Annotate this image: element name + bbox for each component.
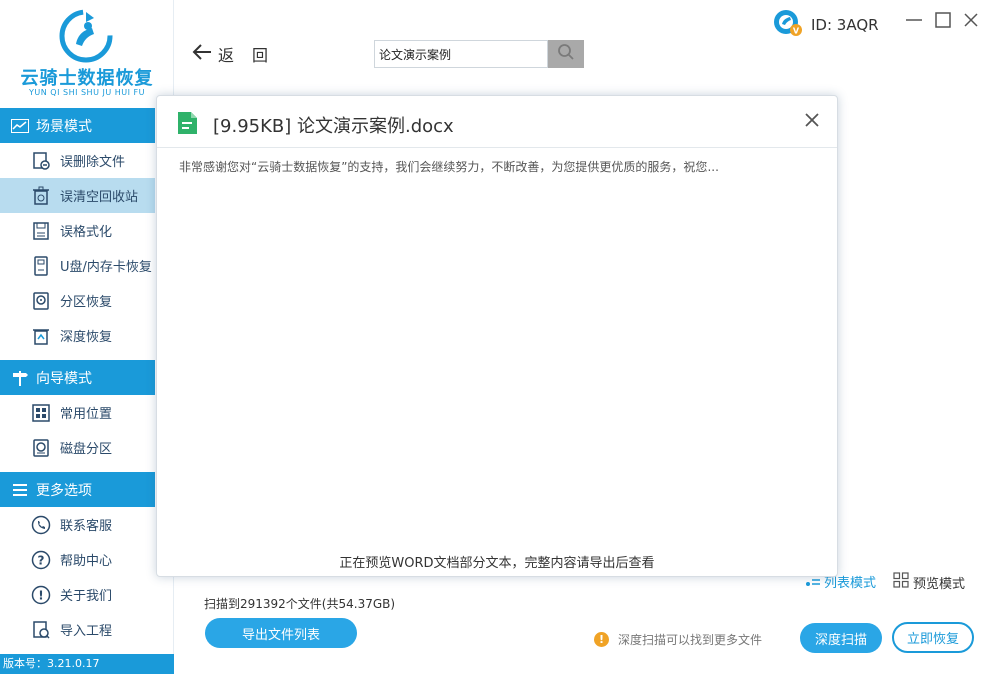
file-preview-dialog: [9.95KB] 论文演示案例.docx 非常感谢您对“云骑士数据恢复”的支持，… bbox=[156, 95, 838, 577]
nav-label: 深度恢复 bbox=[60, 330, 113, 345]
avatar-icon[interactable]: V bbox=[773, 9, 803, 41]
preview-mode-label: 预览模式 bbox=[913, 576, 966, 592]
nav-format[interactable]: 误格式化 bbox=[0, 213, 155, 248]
app-name: 云骑士数据恢复 bbox=[20, 68, 154, 89]
nav-deep-recovery[interactable]: 深度恢复 bbox=[0, 318, 155, 353]
import-icon bbox=[30, 619, 52, 641]
nav-label: 导入工程 bbox=[60, 624, 113, 639]
nav-help-center[interactable]: ? 帮助中心 bbox=[0, 542, 155, 577]
signpost-icon bbox=[10, 368, 30, 388]
trash-deep-icon bbox=[30, 325, 52, 347]
preview-footer-note: 正在预览WORD文档部分文本，完整内容请导出后查看 bbox=[339, 556, 655, 571]
close-icon bbox=[962, 11, 980, 33]
nav-label: 磁盘分区 bbox=[60, 442, 113, 457]
section-more-options: 更多选项 bbox=[0, 472, 155, 507]
user-info: V ID: 3AQR bbox=[773, 9, 879, 41]
document-icon bbox=[175, 111, 199, 135]
back-label: 返回 bbox=[218, 46, 287, 65]
app-logo: 云骑士数据恢复 YUN QI SHI SHU JU HUI FU bbox=[0, 0, 174, 108]
nav-import-project[interactable]: 导入工程 bbox=[0, 612, 155, 647]
nav-about-us[interactable]: ! 关于我们 bbox=[0, 577, 155, 612]
deep-scan-button[interactable]: 深度扫描 bbox=[800, 623, 882, 653]
nav-label: 误清空回收站 bbox=[60, 190, 139, 205]
preview-mode-toggle[interactable]: 预览模式 bbox=[893, 572, 965, 592]
nav-recycle-bin[interactable]: 误清空回收站 bbox=[0, 178, 155, 213]
usb-card-icon bbox=[30, 255, 52, 277]
back-button[interactable]: 返回 bbox=[192, 42, 286, 66]
nav-deleted-files[interactable]: 误删除文件 bbox=[0, 143, 155, 178]
section-title: 向导模式 bbox=[36, 370, 92, 387]
phone-icon bbox=[30, 514, 52, 536]
user-id: ID: 3AQR bbox=[811, 16, 879, 34]
nav-disk-partition[interactable]: 磁盘分区 bbox=[0, 430, 155, 465]
chart-icon bbox=[10, 116, 30, 136]
nav-label: 关于我们 bbox=[60, 589, 113, 604]
nav-label: 常用位置 bbox=[60, 407, 113, 422]
warning-icon: ! bbox=[594, 632, 609, 647]
logo-icon bbox=[59, 9, 113, 63]
dialog-close-button[interactable] bbox=[802, 110, 822, 130]
close-icon bbox=[805, 113, 819, 127]
floppy-icon bbox=[30, 220, 52, 242]
close-window-button[interactable] bbox=[961, 12, 981, 32]
deleted-file-icon bbox=[30, 150, 52, 172]
document-preview-text: 非常感谢您对“云骑士数据恢复”的支持，我们会继续努力，不断改善，为您提供更优质的… bbox=[179, 160, 719, 174]
section-title: 更多选项 bbox=[36, 482, 92, 499]
disk-icon bbox=[30, 437, 52, 459]
dialog-header: [9.95KB] 论文演示案例.docx bbox=[157, 96, 837, 148]
windows-icon bbox=[30, 402, 52, 424]
section-scene-mode: 场景模式 bbox=[0, 108, 155, 143]
nav-label: 误删除文件 bbox=[60, 155, 126, 170]
nav-partition[interactable]: 分区恢复 bbox=[0, 283, 155, 318]
svg-text:!: ! bbox=[38, 588, 43, 602]
arrow-left-icon bbox=[192, 43, 212, 65]
nav-label: 误格式化 bbox=[60, 225, 113, 240]
section-title: 场景模式 bbox=[36, 118, 92, 135]
nav-label: 帮助中心 bbox=[60, 554, 113, 569]
help-icon: ? bbox=[30, 549, 52, 571]
dialog-title: [9.95KB] 论文演示案例.docx bbox=[213, 116, 454, 137]
nav-usb-card[interactable]: U盘/内存卡恢复 bbox=[0, 248, 155, 283]
version-label: 版本号：3.21.0.17 bbox=[0, 654, 174, 674]
info-icon: ! bbox=[30, 584, 52, 606]
nav-common-locations[interactable]: 常用位置 bbox=[0, 395, 155, 430]
hint-text: 深度扫描可以找到更多文件 bbox=[618, 633, 763, 647]
partition-icon bbox=[30, 290, 52, 312]
nav-label: U盘/内存卡恢复 bbox=[60, 260, 152, 275]
maximize-button[interactable] bbox=[933, 12, 953, 32]
svg-text:?: ? bbox=[38, 553, 45, 567]
deep-scan-hint: ! 深度扫描可以找到更多文件 bbox=[594, 631, 762, 648]
app-pinyin: YUN QI SHI SHU JU HUI FU bbox=[29, 88, 145, 97]
menu-icon bbox=[10, 480, 30, 500]
maximize-icon bbox=[934, 11, 952, 33]
section-guide-mode: 向导模式 bbox=[0, 360, 155, 395]
search-icon bbox=[557, 43, 575, 65]
restore-now-button[interactable]: 立即恢复 bbox=[892, 622, 974, 653]
minimize-button[interactable] bbox=[904, 12, 924, 32]
search-button[interactable] bbox=[548, 40, 584, 68]
recycle-bin-icon bbox=[30, 185, 52, 207]
sidebar: 云骑士数据恢复 YUN QI SHI SHU JU HUI FU 场景模式 误删… bbox=[0, 0, 174, 674]
grid-view-icon bbox=[893, 572, 909, 592]
nav-contact-support[interactable]: 联系客服 bbox=[0, 507, 155, 542]
scan-summary: 扫描到291392个文件(共54.37GB) bbox=[204, 597, 396, 611]
svg-text:V: V bbox=[793, 27, 800, 36]
nav-label: 分区恢复 bbox=[60, 295, 113, 310]
search-input[interactable] bbox=[374, 40, 548, 68]
export-file-list-button[interactable]: 导出文件列表 bbox=[205, 618, 357, 648]
nav-label: 联系客服 bbox=[60, 519, 113, 534]
minimize-icon bbox=[905, 11, 923, 33]
